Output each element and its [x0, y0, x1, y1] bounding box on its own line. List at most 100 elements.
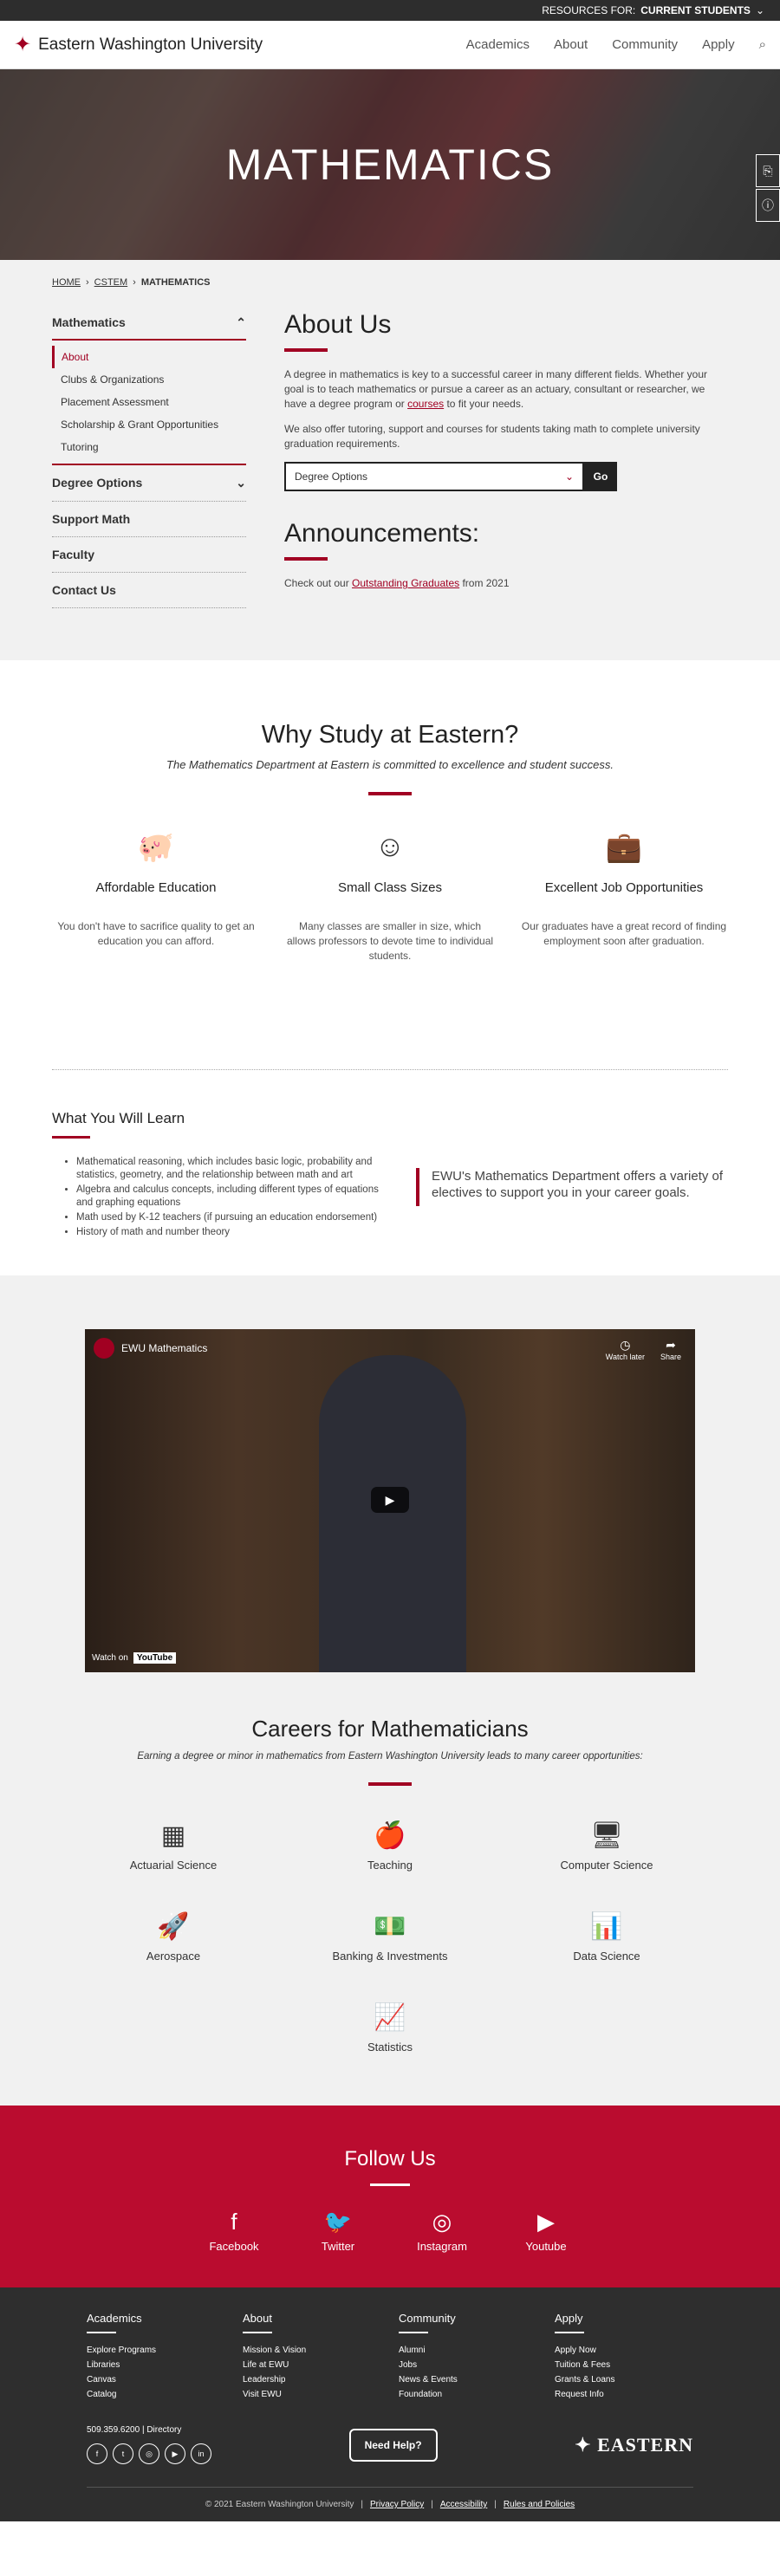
footer-link[interactable]: Alumni	[399, 2346, 537, 2355]
sidebar-item-placement[interactable]: Placement Assessment	[52, 391, 246, 413]
sidebar-item-about[interactable]: About	[52, 346, 246, 368]
title-divider	[370, 2183, 410, 2186]
chevron-up-icon[interactable]: ⌃	[236, 315, 246, 330]
channel-avatar[interactable]	[94, 1338, 114, 1359]
instagram-icon[interactable]: ◎	[139, 2443, 159, 2464]
resources-bar[interactable]: RESOURCES FOR: CURRENT STUDENTS ⌄	[0, 0, 780, 21]
courses-link[interactable]: courses	[407, 398, 444, 410]
eagle-logo-icon: ✦	[14, 33, 32, 56]
twitter-link[interactable]: 🐦 Twitter	[312, 2209, 364, 2253]
sidebar-item-clubs[interactable]: Clubs & Organizations	[52, 368, 246, 391]
announcement-text-part: from 2021	[459, 577, 510, 589]
footer-link[interactable]: Tuition & Fees	[555, 2360, 693, 2370]
title-divider	[368, 1782, 412, 1786]
title-divider	[284, 557, 328, 561]
facebook-icon[interactable]: f	[87, 2443, 107, 2464]
facebook-link[interactable]: f Facebook	[208, 2209, 260, 2253]
footer-link[interactable]: Request Info	[555, 2390, 693, 2399]
learn-title: What You Will Learn	[52, 1110, 185, 1126]
footer-link[interactable]: Apply Now	[555, 2346, 693, 2355]
footer-link[interactable]: News & Events	[399, 2375, 537, 2385]
career-label: Banking & Investments	[332, 1950, 448, 1963]
footer-link[interactable]: Life at EWU	[243, 2360, 381, 2370]
copyright: © 2021 Eastern Washington University	[205, 2500, 354, 2509]
sidebar-item-contact[interactable]: Contact Us	[52, 573, 246, 608]
footer-logo[interactable]: ✦ EASTERN	[575, 2434, 693, 2456]
about-title: About Us	[284, 310, 392, 339]
footer-link[interactable]: Foundation	[399, 2390, 537, 2399]
footer-link[interactable]: Catalog	[87, 2390, 225, 2399]
degree-options-select[interactable]: Degree Options ⌄	[284, 462, 584, 491]
main-nav: Academics About Community Apply ⌕	[466, 37, 766, 52]
gift-icon[interactable]: ⎘	[756, 154, 780, 187]
site-logo[interactable]: ✦ Eastern Washington University	[14, 32, 263, 57]
social-label: Twitter	[321, 2240, 355, 2253]
instagram-link[interactable]: ◎ Instagram	[416, 2209, 468, 2253]
footer-link[interactable]: Jobs	[399, 2360, 537, 2370]
sidebar-item-degree-options[interactable]: Degree Options ⌄	[52, 465, 246, 502]
side-tabs: ⎘ ⓘ	[756, 154, 780, 222]
footer-link[interactable]: Explore Programs	[87, 2346, 225, 2355]
rules-link[interactable]: Rules and Policies	[504, 2500, 575, 2509]
chevron-down-icon[interactable]: ⌄	[236, 476, 246, 490]
play-button[interactable]: ▶	[371, 1487, 409, 1513]
go-button[interactable]: Go	[584, 462, 617, 491]
resources-audience[interactable]: CURRENT STUDENTS	[640, 4, 751, 16]
linkedin-icon[interactable]: in	[191, 2443, 211, 2464]
chevron-down-icon[interactable]: ⌄	[756, 4, 764, 16]
eagle-logo-icon: ✦	[575, 2433, 592, 2456]
sidebar-item-tutoring[interactable]: Tutoring	[52, 436, 246, 458]
watch-on-youtube[interactable]: Watch on YouTube	[92, 1652, 177, 1664]
footer-col-title[interactable]: About	[243, 2312, 381, 2325]
footer-link[interactable]: Grants & Loans	[555, 2375, 693, 2385]
search-icon[interactable]: ⌕	[759, 37, 766, 52]
youtube-link[interactable]: ▶ Youtube	[520, 2209, 572, 2253]
why-subtitle: The Mathematics Department at Eastern is…	[166, 758, 614, 771]
youtube-icon[interactable]: ▶	[165, 2443, 185, 2464]
career-data-science: 📊 Data Science	[520, 1911, 693, 1963]
youtube-logo: YouTube	[133, 1652, 177, 1664]
breadcrumb-cstem[interactable]: CSTEM	[94, 277, 128, 288]
nav-apply[interactable]: Apply	[702, 37, 735, 52]
breadcrumb-home[interactable]: HOME	[52, 277, 81, 288]
sidebar-section-mathematics[interactable]: Mathematics ⌃	[52, 310, 246, 341]
privacy-link[interactable]: Privacy Policy	[370, 2500, 424, 2509]
footer-link[interactable]: Canvas	[87, 2375, 225, 2385]
video-actions: ◷ Watch later ➦ Share	[606, 1338, 681, 1361]
footer-col-title[interactable]: Apply	[555, 2312, 693, 2325]
accessibility-link[interactable]: Accessibility	[440, 2500, 487, 2509]
footer-col-title[interactable]: Community	[399, 2312, 537, 2325]
career-aerospace: 🚀 Aerospace	[87, 1911, 260, 1963]
nav-community[interactable]: Community	[612, 37, 678, 52]
share-button[interactable]: ➦ Share	[660, 1338, 681, 1361]
sidebar-item-scholarship[interactable]: Scholarship & Grant Opportunities	[52, 413, 246, 436]
piggy-bank-icon: 🐖	[137, 831, 175, 864]
info-icon[interactable]: ⓘ	[756, 189, 780, 222]
footer-link[interactable]: Leadership	[243, 2375, 381, 2385]
feature-title: Affordable Education	[95, 880, 217, 895]
footer-link[interactable]: Mission & Vision	[243, 2346, 381, 2355]
play-icon: ▶	[385, 1492, 395, 1507]
nav-about[interactable]: About	[554, 37, 588, 52]
phone-link[interactable]: 509.359.6200	[87, 2425, 140, 2435]
page-title: MATHEMATICS	[225, 140, 555, 189]
video-player[interactable]: EWU Mathematics ◷ Watch later ➦ Share ▶ Wa…	[85, 1329, 695, 1672]
outstanding-graduates-link[interactable]: Outstanding Graduates	[352, 577, 459, 589]
feature-jobs: 💼 Excellent Job Opportunities Our gradua…	[520, 830, 728, 964]
follow-title: Follow Us	[344, 2147, 436, 2170]
footer-link[interactable]: Libraries	[87, 2360, 225, 2370]
watch-later-button[interactable]: ◷ Watch later	[606, 1338, 645, 1361]
footer-col-title[interactable]: Academics	[87, 2312, 225, 2325]
directory-link[interactable]: Directory	[146, 2425, 181, 2435]
sidebar-item-support-math[interactable]: Support Math	[52, 502, 246, 537]
footer-col-community: Community Alumni Jobs News & Events Foun…	[399, 2312, 537, 2404]
youtube-icon: ▶	[537, 2209, 555, 2235]
footer-link[interactable]: Visit EWU	[243, 2390, 381, 2399]
announcements-title: Announcements:	[284, 519, 480, 548]
career-label: Statistics	[367, 2041, 413, 2054]
sidebar-item-faculty[interactable]: Faculty	[52, 537, 246, 573]
need-help-button[interactable]: Need Help?	[348, 2428, 438, 2462]
twitter-icon[interactable]: t	[113, 2443, 133, 2464]
video-title[interactable]: EWU Mathematics	[121, 1342, 207, 1354]
nav-academics[interactable]: Academics	[466, 37, 530, 52]
